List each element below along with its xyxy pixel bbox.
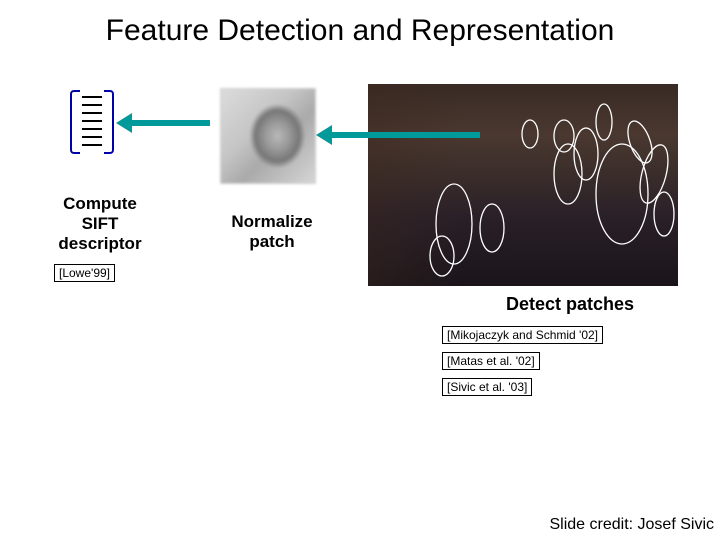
sift-label: Compute SIFT descriptor [40,194,160,254]
citation-mikojaczyk: [Mikojaczyk and Schmid '02] [442,326,603,344]
citation-sivic: [Sivic et al. '03] [442,378,532,396]
citation-lowe: [Lowe'99] [54,264,115,282]
slide: Feature Detection and Representation [0,0,720,540]
detect-label: Detect patches [460,294,680,315]
citation-matas: [Matas et al. '02] [442,352,540,370]
arrow-right-icon [330,132,480,138]
slide-title: Feature Detection and Representation [0,14,720,48]
scene-image [368,84,678,286]
slide-credit: Slide credit: Josef Sivic [549,516,714,534]
normalize-label: Normalize patch [212,212,332,252]
vector-lines-icon [82,96,102,152]
arrow-left-icon [130,120,210,126]
bracket-left-icon [70,90,80,154]
bracket-right-icon [104,90,114,154]
feature-ellipses-overlay [368,84,678,286]
sift-descriptor-icon [70,90,114,154]
normalized-patch-image [220,88,316,184]
